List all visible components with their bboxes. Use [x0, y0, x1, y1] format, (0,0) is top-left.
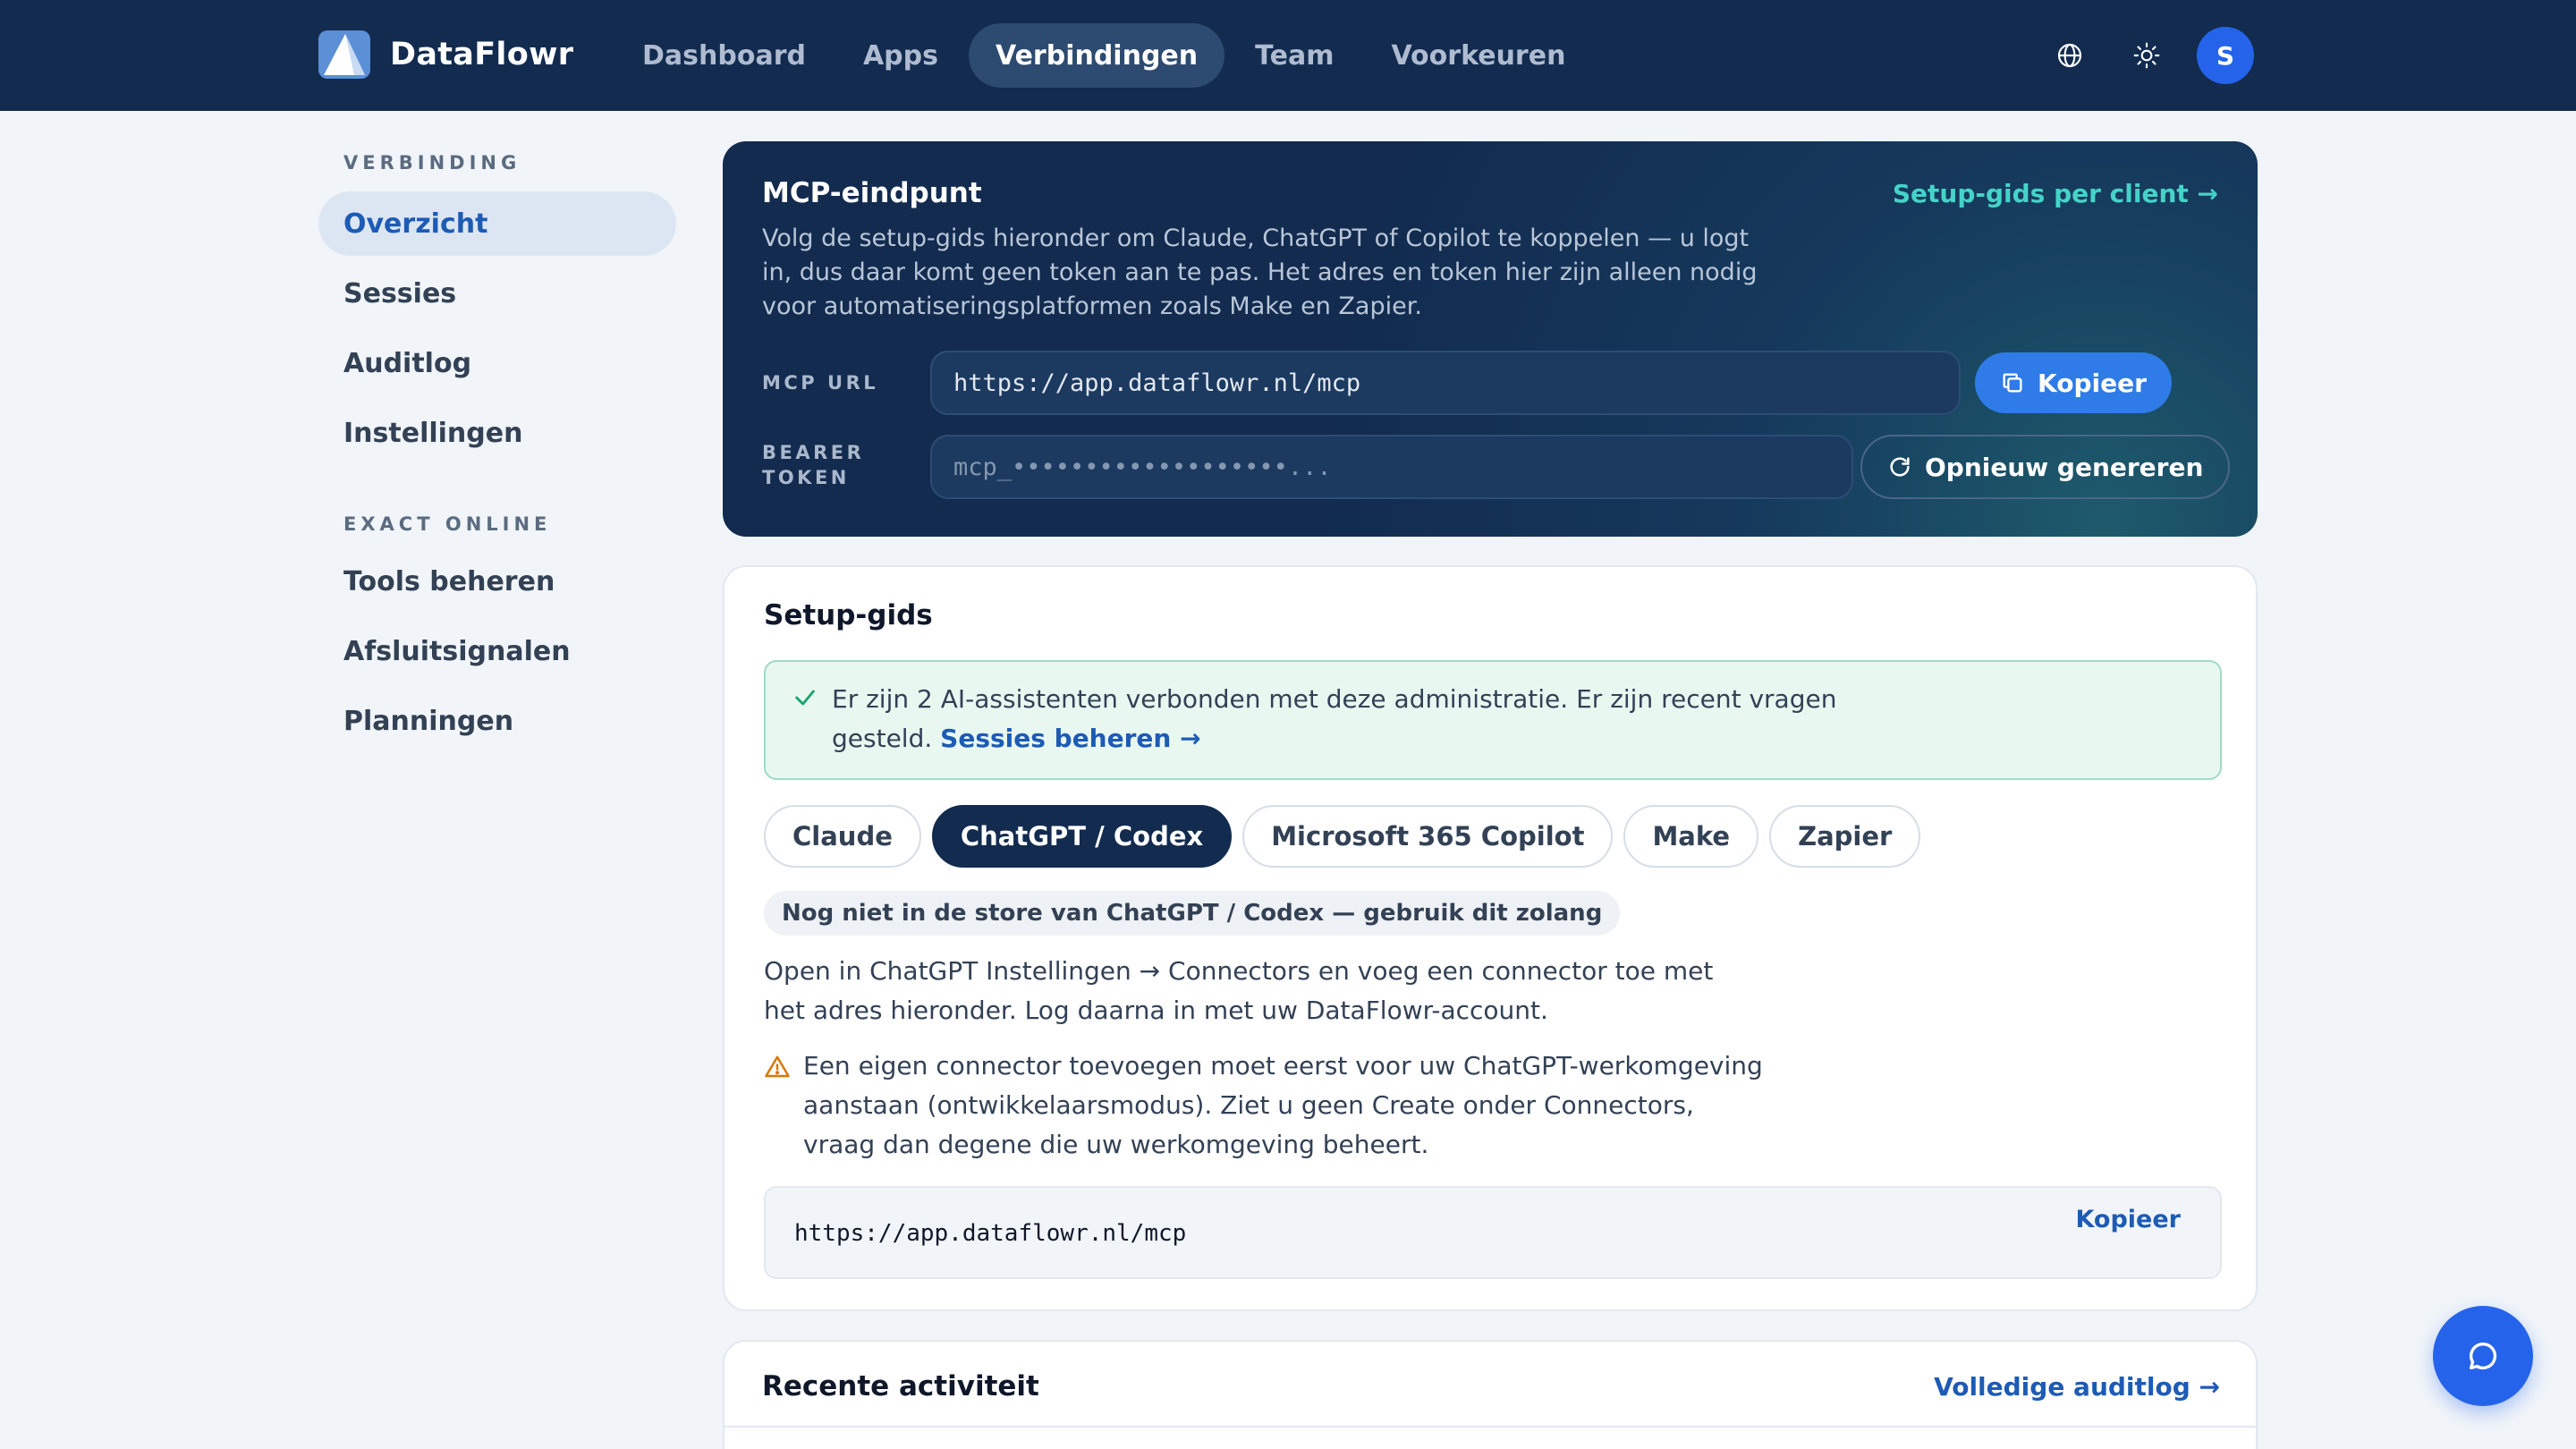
nav-team[interactable]: Team — [1228, 23, 1360, 88]
sidebar-item-afsluitsignalen[interactable]: Afsluitsignalen — [318, 619, 676, 683]
alert-text-block: Er zijn 2 AI-assistenten verbonden met d… — [832, 680, 1905, 758]
manage-sessions-link[interactable]: Sessies beheren → — [940, 724, 1200, 753]
setup-guide-title: Setup-gids — [764, 599, 933, 631]
language-button[interactable] — [2039, 25, 2100, 86]
refresh-icon — [1890, 457, 1910, 477]
copy-url-button[interactable]: Kopieer — [1975, 352, 2172, 413]
setup-instructions: Open in ChatGPT Instellingen → Connector… — [764, 956, 1714, 1025]
sidebar-item-auditlog[interactable]: Auditlog — [318, 331, 676, 395]
tab-claude[interactable]: Claude — [764, 805, 921, 868]
bearer-token-label: BEARER TOKEN — [762, 442, 865, 488]
tab-make[interactable]: Make — [1623, 805, 1759, 868]
full-auditlog-link[interactable]: Volledige auditlog → — [1934, 1372, 2220, 1402]
user-avatar[interactable]: S — [2197, 27, 2254, 84]
client-tabs: Claude ChatGPT / Codex Microsoft 365 Cop… — [764, 805, 1931, 868]
dataflowr-logo-icon — [318, 30, 370, 79]
setup-guide-card: Setup-gids Er zijn 2 AI-assistenten verb… — [723, 565, 2258, 1311]
regenerate-token-button[interactable]: Opnieuw genereren — [1860, 435, 2231, 499]
brand[interactable]: DataFlowr — [318, 30, 573, 79]
connector-url-code-block: https://app.dataflowr.nl/mcp Kopieer — [764, 1186, 2222, 1279]
mcp-description: Volg de setup-gids hieronder om Claude, … — [762, 225, 1758, 320]
connection-status-alert: Er zijn 2 AI-assistenten verbonden met d… — [764, 660, 2222, 780]
mcp-url-label: MCP URL — [762, 372, 879, 394]
nav-dashboard[interactable]: Dashboard — [615, 23, 833, 88]
mcp-title: MCP-eindpunt — [762, 177, 982, 209]
check-icon — [795, 690, 815, 706]
mcp-endpoint-card: MCP-eindpunt Setup-gids per client → Vol… — [723, 141, 2258, 537]
sidebar: VERBINDING Overzicht Sessies Auditlog In… — [318, 152, 676, 753]
sidebar-group-verbinding: VERBINDING — [343, 152, 521, 174]
nav-voorkeuren[interactable]: Voorkeuren — [1364, 23, 1592, 88]
tab-chatgpt-codex[interactable]: ChatGPT / Codex — [931, 805, 1233, 868]
mcp-url-field[interactable]: https://app.dataflowr.nl/mcp — [930, 351, 1961, 415]
connector-url[interactable]: https://app.dataflowr.nl/mcp — [794, 1220, 1186, 1247]
nav-apps[interactable]: Apps — [836, 23, 965, 88]
sidebar-item-sessies[interactable]: Sessies — [318, 261, 676, 326]
tab-zapier[interactable]: Zapier — [1769, 805, 1921, 868]
store-notice-badge: Nog niet in de store van ChatGPT / Codex… — [764, 891, 1621, 936]
brand-name: DataFlowr — [390, 37, 574, 72]
globe-icon — [2057, 43, 2082, 68]
recent-activity-card: Recente activiteit Volledige auditlog → — [723, 1340, 2258, 1449]
tab-microsoft-365-copilot[interactable]: Microsoft 365 Copilot — [1242, 805, 1614, 868]
sidebar-item-planningen[interactable]: Planningen — [318, 689, 676, 753]
regenerate-token-label: Opnieuw genereren — [1925, 452, 2204, 482]
copy-connector-url-button[interactable]: Kopieer — [2075, 1206, 2181, 1233]
main-nav: Dashboard Apps Verbindingen Team Voorkeu… — [615, 23, 1596, 88]
copy-icon — [2003, 373, 2022, 393]
divider — [724, 1426, 2256, 1428]
chat-bubble-icon — [2470, 1342, 2497, 1369]
sidebar-item-tools-beheren[interactable]: Tools beheren — [318, 549, 676, 614]
warning-icon — [765, 1055, 790, 1078]
sidebar-item-overzicht[interactable]: Overzicht — [318, 191, 676, 256]
setup-guide-link[interactable]: Setup-gids per client → — [1893, 179, 2218, 208]
copy-url-label: Kopieer — [2038, 368, 2147, 398]
bearer-token-field[interactable]: mcp_•••••••••••••••••••... — [930, 435, 1853, 499]
top-actions: S — [2023, 25, 2254, 86]
top-navigation-bar: DataFlowr Dashboard Apps Verbindingen Te… — [0, 0, 2576, 111]
nav-verbindingen[interactable]: Verbindingen — [969, 23, 1225, 88]
chat-button[interactable] — [2433, 1306, 2533, 1406]
theme-toggle-button[interactable] — [2116, 25, 2177, 86]
sun-icon — [2133, 42, 2160, 69]
setup-warning: Een eigen connector toevoegen moet eerst… — [803, 1051, 1763, 1159]
recent-activity-title: Recente activiteit — [762, 1370, 1039, 1402]
sidebar-group-exact-online: EXACT ONLINE — [343, 513, 552, 535]
sidebar-item-instellingen[interactable]: Instellingen — [318, 401, 676, 465]
